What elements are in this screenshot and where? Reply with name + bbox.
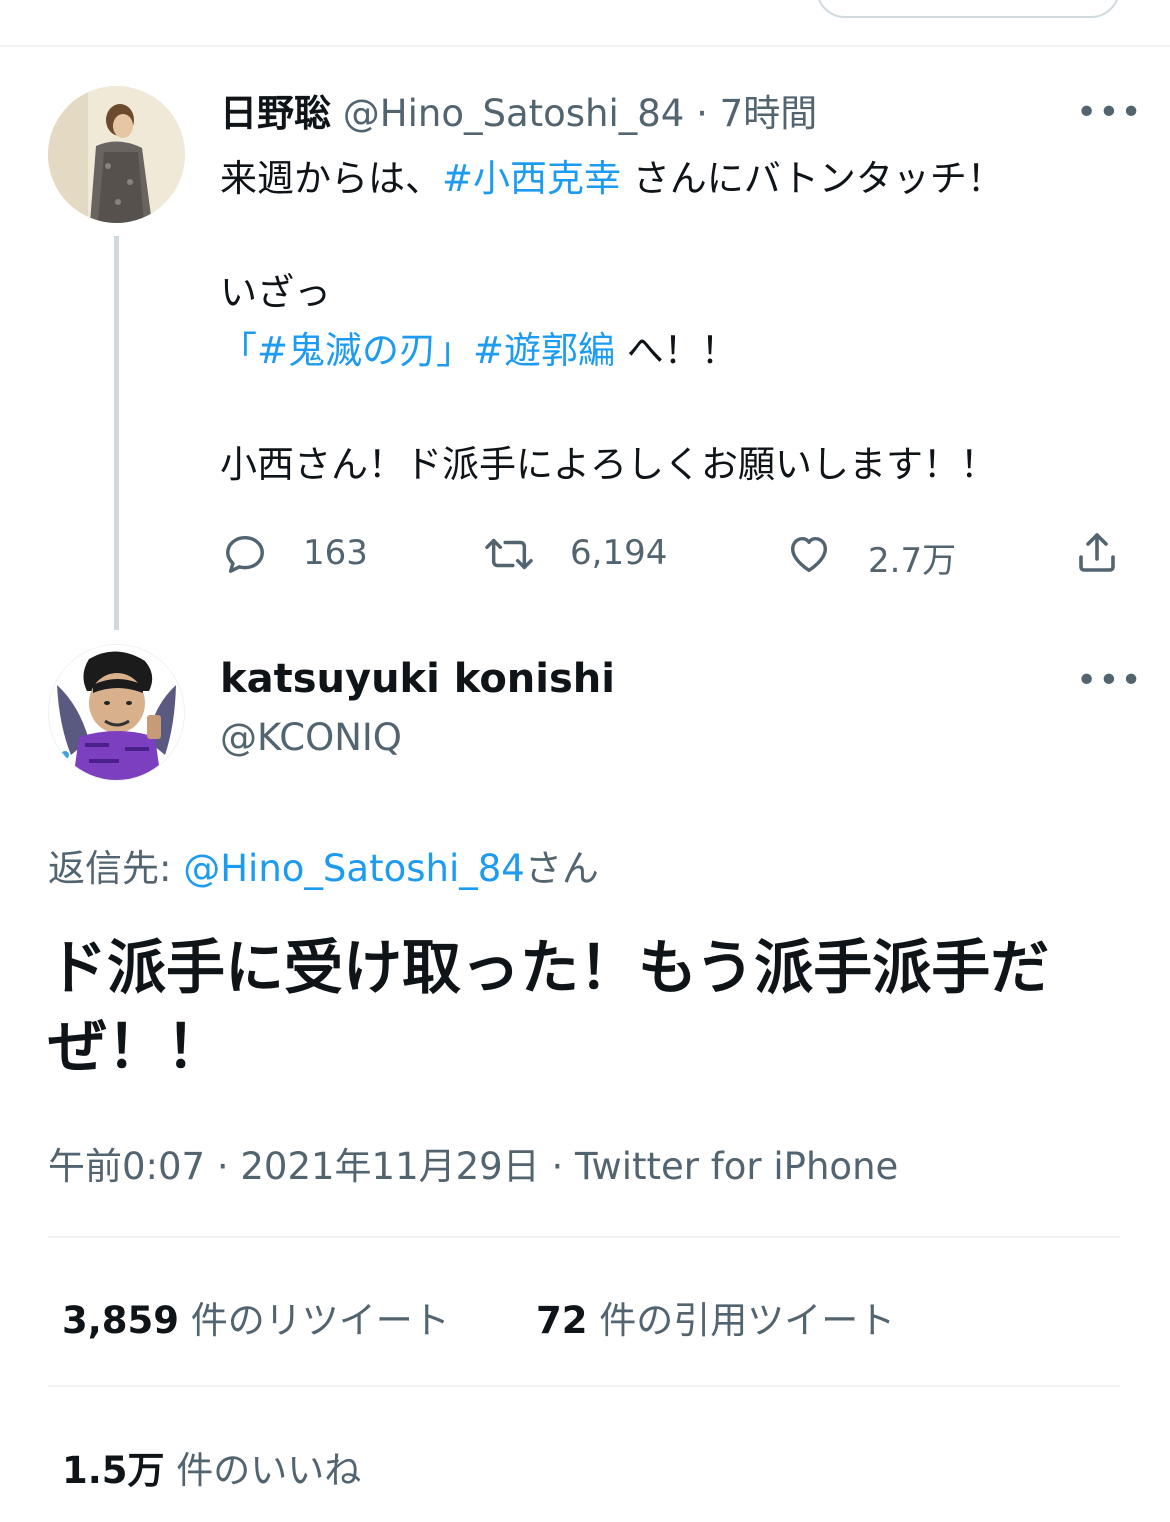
bracket-open: 「 (220, 329, 257, 372)
parent-text-3b: へ！！ (615, 329, 738, 372)
parent-text-line-3: 「#鬼滅の刃」#遊郭編 へ！！ (220, 322, 738, 380)
parent-text-line-4: 小西さん！ド派手によろしくお願いします！！ (220, 443, 997, 486)
hashtag-kimetsu[interactable]: #鬼滅の刃 (257, 329, 436, 372)
avatar-hino[interactable] (48, 86, 185, 223)
quotes-stat[interactable]: 72 件の引用ツイート (536, 1290, 895, 1344)
thread-connector (114, 236, 119, 630)
retweet-icon[interactable] (482, 531, 536, 577)
parent-text-1a: 来週からは、 (220, 157, 442, 200)
parent-text-1b: さんにバトンタッチ！ (621, 157, 1004, 200)
like-count: 2.7万 (868, 541, 957, 581)
tweet-meta: 午前0:07 · 2021年11月29日 · Twitter for iPhon… (48, 1145, 899, 1188)
parent-more-button[interactable]: ••• (1076, 95, 1143, 131)
main-tweet-text: ド派手に受け取った！もう派手派手だぜ！！ (48, 933, 1050, 1081)
retweets-count: 3,859 (62, 1299, 180, 1342)
parent-text-line-1: 来週からは、#小西克幸 さんにバトンタッチ！ (220, 150, 1004, 208)
main-display-name[interactable]: katsuyuki konishi (220, 656, 615, 702)
avatar-hino-image (48, 86, 185, 223)
header-divider (0, 45, 1170, 47)
likes-label: 件のいいね (164, 1449, 362, 1492)
likes-stat[interactable]: 1.5万 件のいいね (62, 1440, 361, 1494)
reply-to-line: 返信先: @Hino_Satoshi_84さん (48, 838, 599, 892)
hashtag-konishi[interactable]: #小西克幸 (442, 157, 621, 200)
hashtag-yukaku[interactable]: #遊郭編 (473, 329, 615, 372)
parent-separator: · (696, 92, 708, 135)
parent-time[interactable]: 7時間 (720, 92, 818, 135)
reply-count: 163 (303, 533, 368, 573)
parent-text-line-2: いざっ (220, 271, 331, 314)
parent-display-name[interactable]: 日野聡 (220, 92, 331, 135)
retweets-stat[interactable]: 3,859 件のリツイート (62, 1290, 450, 1344)
bracket-close: 」 (436, 329, 474, 372)
reply-to-suffix: さん (524, 847, 599, 890)
retweets-label: 件のリツイート (179, 1299, 450, 1342)
parent-header: 日野聡 @Hino_Satoshi_84 · 7時間 (220, 92, 817, 136)
stats-divider-top (48, 1236, 1120, 1238)
share-icon[interactable] (1073, 529, 1121, 577)
reply-to-handle[interactable]: @Hino_Satoshi_84 (183, 847, 525, 890)
heart-icon[interactable] (786, 531, 832, 577)
reply-icon[interactable] (222, 531, 268, 577)
main-handle[interactable]: @KCONIQ (220, 716, 402, 759)
avatar-konishi-image (49, 645, 184, 780)
likes-count: 1.5万 (62, 1449, 165, 1492)
main-more-button[interactable]: ••• (1076, 663, 1143, 699)
quotes-label: 件の引用ツイート (587, 1299, 896, 1342)
reply-to-label: 返信先: (48, 847, 184, 890)
top-pill-button[interactable] (816, 0, 1120, 18)
quotes-count: 72 (536, 1299, 588, 1342)
avatar-konishi[interactable] (48, 644, 185, 781)
retweet-count: 6,194 (570, 533, 668, 573)
parent-handle[interactable]: @Hino_Satoshi_84 (343, 92, 685, 135)
stats-divider-bottom (48, 1385, 1120, 1387)
